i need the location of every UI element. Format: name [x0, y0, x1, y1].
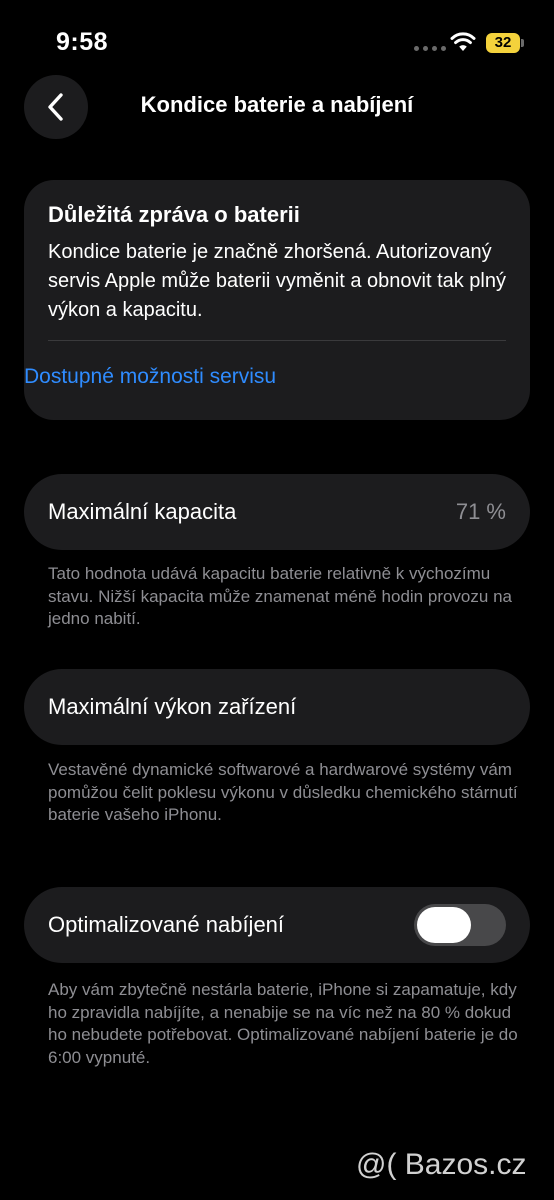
- peak-performance-footnote: Vestavěné dynamické softwarové a hardwar…: [48, 760, 518, 824]
- service-options-link[interactable]: Dostupné možnosti servisu: [24, 365, 276, 389]
- alert-divider: [48, 340, 506, 341]
- alert-title: Důležitá zpráva o baterii: [48, 202, 300, 227]
- max-capacity-value: 71 %: [455, 499, 506, 524]
- cellular-signal-icon: [414, 46, 446, 51]
- alert-body: Kondice baterie je značně zhoršená. Auto…: [48, 241, 506, 321]
- max-capacity-label: Maximální kapacita: [48, 499, 237, 524]
- wifi-icon: [450, 32, 476, 51]
- peak-performance-row[interactable]: Maximální výkon zařízení: [24, 669, 530, 745]
- optimized-charging-toggle[interactable]: [414, 904, 506, 946]
- max-capacity-row: Maximální kapacita 71 %: [24, 474, 530, 550]
- optimized-charging-footnote: Aby vám zbytečně nestárla baterie, iPhon…: [48, 980, 518, 1067]
- optimized-charging-row: Optimalizované nabíjení: [24, 887, 530, 963]
- peak-performance-label: Maximální výkon zařízení: [48, 694, 297, 719]
- optimized-charging-label: Optimalizované nabíjení: [48, 912, 285, 937]
- back-button[interactable]: [24, 75, 88, 139]
- chevron-left-icon: [48, 93, 63, 121]
- bazos-watermark: @( Bazos.cz: [356, 1148, 527, 1181]
- toggle-knob: [417, 907, 471, 943]
- status-time: 9:58: [56, 28, 109, 56]
- max-capacity-footnote: Tato hodnota udává kapacitu baterie rela…: [48, 564, 512, 628]
- battery-nub: [521, 39, 524, 47]
- status-bar: 9:58 32: [0, 0, 554, 80]
- battery-icon: 32: [486, 33, 520, 53]
- page-title: Kondice baterie a nabíjení: [140, 92, 414, 117]
